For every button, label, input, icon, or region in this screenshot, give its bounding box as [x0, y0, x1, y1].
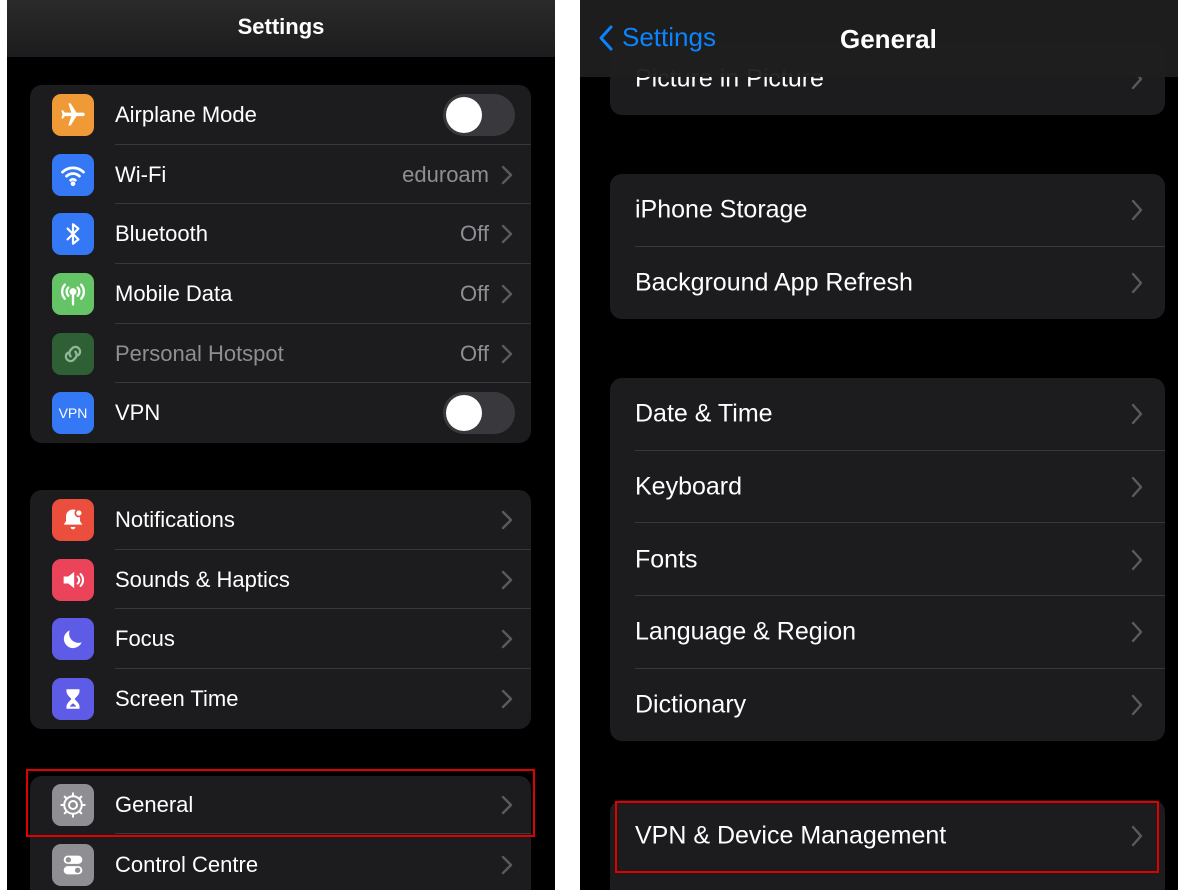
chevron-right-icon	[501, 854, 517, 876]
row-label: Mobile Data	[115, 280, 233, 306]
settings-row-date-time[interactable]: Date & Time	[610, 378, 1165, 451]
settings-row-iphone-storage[interactable]: iPhone Storage	[610, 174, 1165, 247]
toggle-knob	[446, 395, 482, 432]
settings-row-bluetooth[interactable]: Bluetooth Off	[30, 204, 531, 265]
settings-row-focus[interactable]: Focus	[30, 609, 531, 670]
system-group: General Control Centre	[30, 776, 531, 890]
speaker-icon	[52, 558, 94, 601]
bluetooth-status-value: Off	[460, 221, 489, 247]
chevron-right-icon	[1131, 620, 1147, 644]
settings-row-general[interactable]: General	[30, 776, 531, 834]
row-label: Notifications	[115, 506, 235, 532]
settings-row-keyboard[interactable]: Keyboard	[610, 451, 1165, 524]
settings-row-control-centre[interactable]: Control Centre	[30, 834, 531, 890]
chevron-right-icon	[501, 343, 517, 365]
switches-icon	[52, 844, 94, 886]
chevron-right-icon	[501, 628, 517, 650]
settings-row-vpn[interactable]: VPN VPN	[30, 383, 531, 443]
storage-group: iPhone Storage Background App Refresh	[610, 174, 1165, 320]
page-title: General	[840, 24, 937, 54]
wifi-network-value: eduroam	[402, 161, 489, 187]
row-label: VPN	[115, 400, 161, 426]
hotspot-icon	[52, 332, 94, 375]
row-label: Focus	[115, 626, 175, 652]
airplane-mode-toggle[interactable]	[443, 93, 515, 136]
settings-row-screen-time[interactable]: Screen Time	[30, 669, 531, 729]
row-label: Dictionary	[635, 690, 747, 719]
toggle-knob	[446, 96, 482, 133]
row-label: Fonts	[635, 545, 698, 574]
row-label: VPN & Device Management	[635, 821, 947, 850]
chevron-right-icon	[1131, 402, 1147, 426]
row-label: General	[115, 792, 194, 817]
wifi-icon	[52, 153, 94, 196]
row-label: iPhone Storage	[635, 195, 808, 224]
chevron-right-icon	[501, 794, 517, 816]
row-label: Keyboard	[635, 472, 743, 501]
settings-row-notifications[interactable]: Notifications	[30, 490, 531, 550]
row-label: Date & Time	[635, 399, 773, 428]
settings-row-background-app-refresh[interactable]: Background App Refresh	[610, 247, 1165, 320]
row-label: Airplane Mode	[115, 101, 257, 127]
general-nav-bar: Settings General	[580, 0, 1178, 77]
gear-icon	[52, 784, 94, 826]
settings-row-airplane-mode[interactable]: Airplane Mode	[30, 85, 531, 145]
alerts-group: Notifications Sounds & Haptics Focus Scr…	[30, 490, 531, 729]
chevron-right-icon	[1131, 693, 1147, 717]
settings-row-sounds-haptics[interactable]: Sounds & Haptics	[30, 550, 531, 610]
row-label: Screen Time	[115, 685, 239, 711]
settings-nav-bar: Settings	[7, 0, 555, 57]
settings-row-dictionary[interactable]: Dictionary	[610, 669, 1165, 742]
row-label: Sounds & Haptics	[115, 566, 290, 592]
chevron-right-icon	[1131, 475, 1147, 499]
chevron-right-icon	[1131, 198, 1147, 222]
chevron-right-icon	[501, 569, 517, 591]
locale-group: Date & Time Keyboard Fonts Language & Re…	[610, 378, 1165, 742]
row-label: Language & Region	[635, 617, 857, 646]
back-button[interactable]: Settings	[598, 22, 716, 53]
chevron-right-icon	[501, 509, 517, 531]
bell-icon	[52, 498, 94, 541]
chevron-right-icon	[501, 688, 517, 710]
page-title: Settings	[237, 14, 325, 39]
row-label: Personal Hotspot	[115, 340, 284, 366]
antenna-icon	[52, 272, 94, 315]
chevron-right-icon	[501, 283, 517, 305]
vpn-icon: VPN	[52, 392, 94, 435]
settings-row-vpn-device-management[interactable]: VPN & Device Management	[610, 800, 1165, 872]
vpn-toggle[interactable]	[443, 392, 515, 435]
moon-icon	[52, 618, 94, 661]
settings-row-personal-hotspot[interactable]: Personal Hotspot Off	[30, 324, 531, 384]
connectivity-group: Airplane Mode Wi-Fi eduroam Bluetooth Of…	[30, 85, 531, 444]
mobile-data-status-value: Off	[460, 280, 489, 306]
chevron-right-icon	[1131, 271, 1147, 295]
row-label: Background App Refresh	[635, 268, 913, 297]
chevron-right-icon	[1131, 548, 1147, 572]
vpn-icon-text: VPN	[58, 405, 88, 422]
bluetooth-icon	[52, 213, 94, 256]
general-screen: Settings General Picture in Picture iPho…	[580, 0, 1178, 890]
back-button-label: Settings	[622, 22, 716, 52]
airplane-icon	[52, 93, 94, 136]
chevron-right-icon	[1131, 824, 1147, 848]
row-label: Bluetooth	[115, 221, 208, 247]
hourglass-icon	[52, 677, 94, 720]
device-management-group: VPN & Device Management	[610, 800, 1165, 890]
chevron-right-icon	[501, 223, 517, 245]
chevron-right-icon	[501, 164, 517, 186]
row-label: Control Centre	[115, 852, 259, 877]
hotspot-status-value: Off	[460, 340, 489, 366]
chevron-left-icon	[599, 25, 613, 50]
settings-row-language-region[interactable]: Language & Region	[610, 596, 1165, 669]
settings-row-fonts[interactable]: Fonts	[610, 523, 1165, 597]
settings-screen: Settings Airplane Mode Wi-Fi eduroam Blu…	[7, 0, 555, 890]
row-label: Wi-Fi	[115, 161, 167, 187]
settings-row-wifi[interactable]: Wi-Fi eduroam	[30, 145, 531, 205]
settings-row-mobile-data[interactable]: Mobile Data Off	[30, 264, 531, 324]
